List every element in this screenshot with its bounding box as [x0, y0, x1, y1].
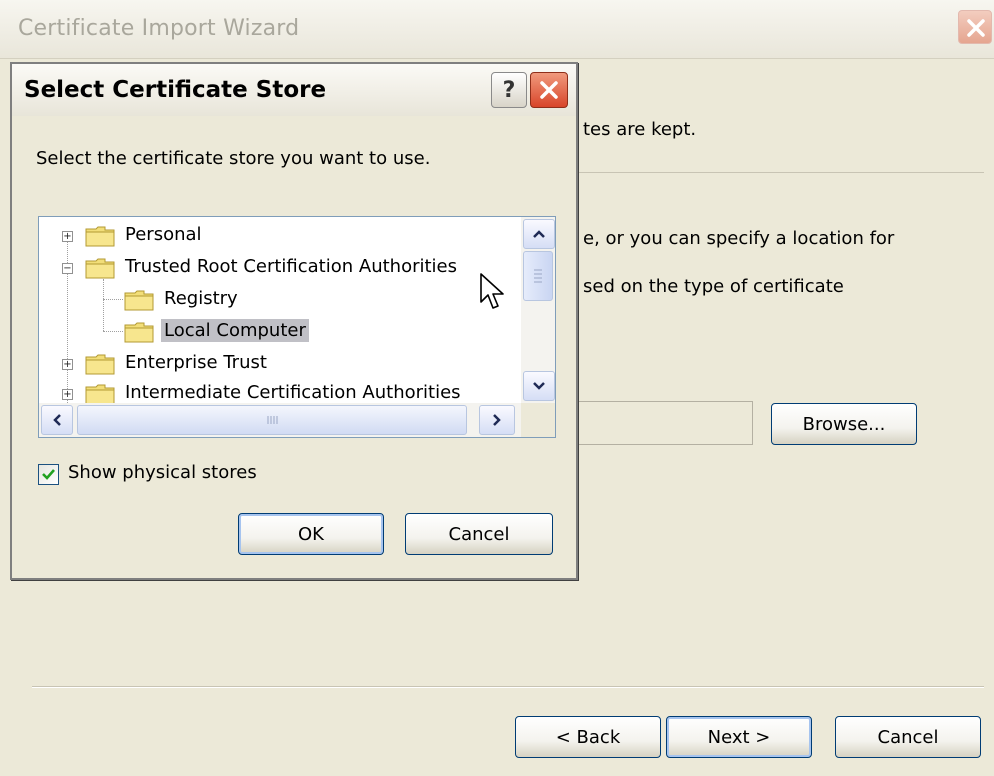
- scrollbar-corner: [521, 403, 555, 437]
- scroll-up-icon: [533, 230, 545, 238]
- wizard-description-text: tes are kept.: [583, 119, 697, 140]
- horizontal-scrollbar[interactable]: [39, 403, 521, 437]
- collapse-icon[interactable]: −: [62, 263, 73, 274]
- folder-icon: [124, 290, 154, 311]
- tree-node-enterprise-trust[interactable]: + Enterprise Trust: [39, 350, 519, 378]
- wizard-close-button[interactable]: [958, 10, 992, 44]
- certificate-store-field[interactable]: [560, 401, 753, 445]
- dialog-cancel-button-label: Cancel: [448, 523, 510, 545]
- scroll-down-button[interactable]: [523, 371, 555, 401]
- horizontal-scroll-thumb[interactable]: [77, 405, 467, 435]
- back-button[interactable]: < Back: [515, 716, 661, 758]
- certificate-store-tree[interactable]: + Personal − Trusted Root Certification …: [38, 216, 556, 438]
- wizard-store-text-line2: sed on the type of certificate: [583, 276, 844, 297]
- grip-icon: [534, 269, 542, 283]
- scroll-up-button[interactable]: [523, 219, 555, 249]
- close-icon: [967, 19, 985, 37]
- help-button[interactable]: ?: [491, 72, 527, 108]
- tree-node-label: Registry: [164, 288, 238, 309]
- wizard-title-bar: Certificate Import Wizard: [0, 0, 994, 59]
- browse-button[interactable]: Browse...: [771, 403, 917, 445]
- close-icon: [540, 81, 558, 99]
- vertical-scroll-thumb[interactable]: [523, 251, 553, 301]
- select-certificate-store-dialog: Select Certificate Store ? Select the ce…: [10, 62, 578, 580]
- scroll-right-icon: [493, 414, 501, 426]
- folder-icon: [85, 354, 115, 375]
- back-button-label: < Back: [555, 726, 621, 748]
- ok-button[interactable]: OK: [238, 513, 384, 555]
- wizard-cancel-button[interactable]: Cancel: [835, 716, 981, 758]
- tree-viewport: + Personal − Trusted Root Certification …: [39, 217, 519, 403]
- help-icon: ?: [502, 77, 516, 103]
- ok-button-label: OK: [298, 523, 324, 545]
- expand-icon[interactable]: +: [62, 389, 73, 400]
- expand-icon[interactable]: +: [62, 359, 73, 370]
- wizard-footer-divider: [32, 686, 984, 688]
- scroll-right-button[interactable]: [479, 405, 515, 435]
- tree-node-label: Intermediate Certification Authorities: [125, 382, 461, 403]
- wizard-store-text-line1: e, or you can specify a location for: [583, 228, 895, 249]
- scroll-left-icon: [53, 414, 61, 426]
- tree-node-registry[interactable]: Registry: [39, 286, 519, 314]
- wizard-cancel-button-label: Cancel: [877, 726, 939, 748]
- tree-node-trusted-root[interactable]: − Trusted Root Certification Authorities: [39, 254, 519, 282]
- browse-button-label: Browse...: [802, 413, 886, 435]
- folder-icon: [124, 322, 154, 343]
- next-button[interactable]: Next >: [666, 716, 812, 758]
- tree-node-intermediate-ca[interactable]: + Intermediate Certification Authorities: [39, 380, 519, 403]
- checkmark-icon: [42, 469, 55, 480]
- show-physical-stores-label: Show physical stores: [68, 462, 257, 483]
- mouse-pointer-icon: [480, 273, 504, 309]
- scroll-down-icon: [533, 382, 545, 390]
- dialog-title: Select Certificate Store: [24, 77, 327, 103]
- scroll-left-button[interactable]: [41, 405, 73, 435]
- expand-icon[interactable]: +: [62, 231, 73, 242]
- dialog-prompt: Select the certificate store you want to…: [36, 148, 431, 169]
- tree-node-personal[interactable]: + Personal: [39, 222, 519, 250]
- dialog-cancel-button[interactable]: Cancel: [405, 513, 553, 555]
- grip-icon: [267, 416, 278, 424]
- folder-icon: [85, 384, 115, 403]
- checkbox-box[interactable]: [38, 464, 59, 485]
- tree-node-label: Enterprise Trust: [125, 352, 267, 373]
- folder-icon: [85, 226, 115, 247]
- tree-node-label: Personal: [125, 224, 202, 245]
- tree-node-label: Trusted Root Certification Authorities: [125, 256, 457, 277]
- dialog-title-bar: Select Certificate Store ?: [12, 64, 576, 116]
- tree-node-local-computer[interactable]: Local Computer: [39, 318, 519, 346]
- tree-node-label-selected: Local Computer: [161, 319, 309, 342]
- wizard-title: Certificate Import Wizard: [18, 16, 300, 41]
- vertical-scrollbar[interactable]: [521, 217, 555, 403]
- wizard-divider: [578, 172, 984, 173]
- folder-icon: [85, 258, 115, 279]
- dialog-close-button[interactable]: [530, 72, 568, 108]
- next-button-label: Next >: [707, 726, 771, 748]
